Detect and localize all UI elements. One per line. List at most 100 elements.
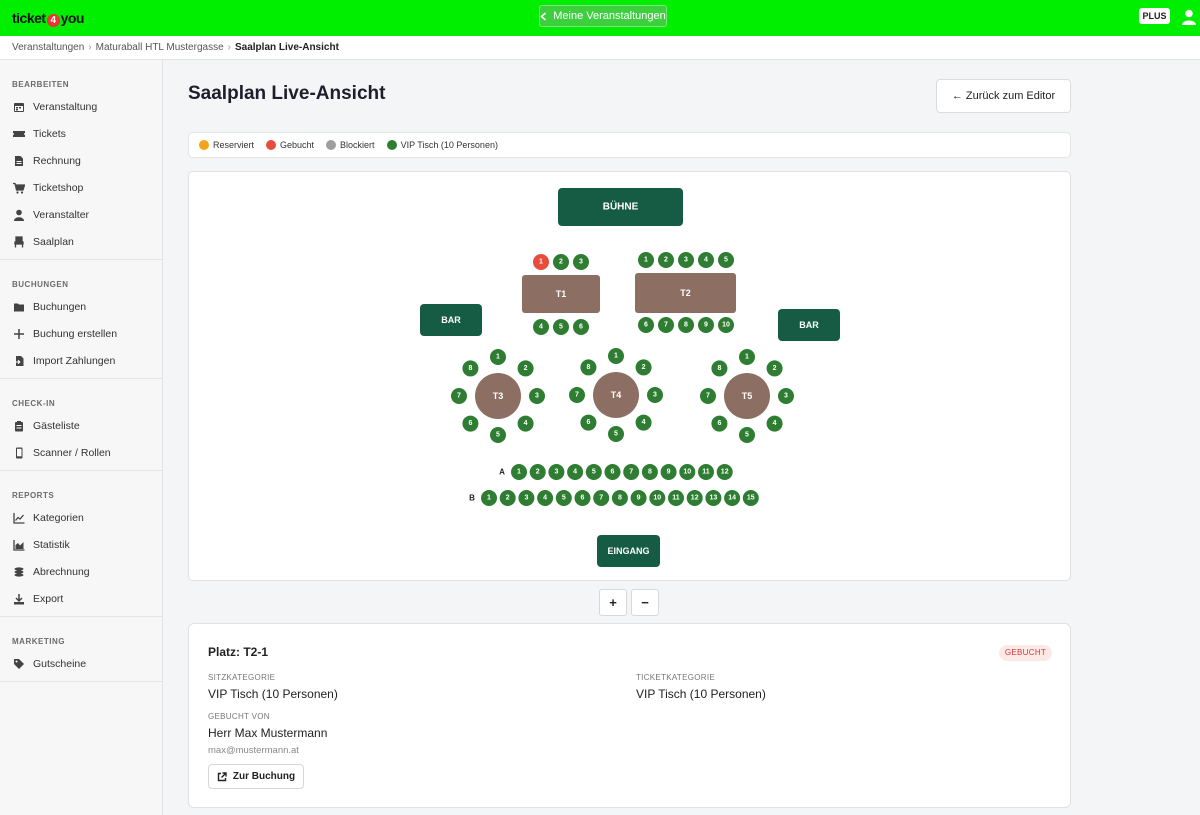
seat-t4-7[interactable]: 7 bbox=[569, 387, 585, 403]
seat-t3-2[interactable]: 2 bbox=[517, 360, 534, 377]
seat-row-b-10[interactable]: 10 bbox=[649, 490, 666, 506]
sidebar-item-scanner-rollen[interactable]: Scanner / Rollen bbox=[0, 439, 162, 466]
table-t3[interactable]: T3 bbox=[475, 373, 521, 419]
sidebar-item-statistik[interactable]: Statistik bbox=[0, 531, 162, 558]
seat-t1-3[interactable]: 3 bbox=[573, 254, 589, 270]
seat-row-b-4[interactable]: 4 bbox=[537, 490, 554, 506]
seat-t5-3[interactable]: 3 bbox=[778, 388, 794, 404]
sidebar-item-veranstalter[interactable]: Veranstalter bbox=[0, 201, 162, 228]
table-t4[interactable]: T4 bbox=[593, 372, 639, 418]
seat-number: 13 bbox=[710, 495, 718, 502]
seat-row-b-3[interactable]: 3 bbox=[518, 490, 535, 506]
seat-row-b-5[interactable]: 5 bbox=[555, 490, 572, 506]
seat-t5-7[interactable]: 7 bbox=[700, 388, 716, 404]
sidebar-item-kategorien[interactable]: Kategorien bbox=[0, 504, 162, 531]
seat-t4-2[interactable]: 2 bbox=[635, 359, 652, 376]
seat-category-label: SITZKATEGORIE bbox=[208, 673, 276, 682]
sidebar-item-rechnung[interactable]: Rechnung bbox=[0, 147, 162, 174]
breadcrumb-item-events[interactable]: Veranstaltungen bbox=[12, 42, 84, 53]
seat-t3-8[interactable]: 8 bbox=[462, 360, 479, 377]
seat-row-b-9[interactable]: 9 bbox=[630, 490, 647, 506]
seat-t5-8[interactable]: 8 bbox=[711, 360, 728, 377]
seat-t3-6[interactable]: 6 bbox=[462, 415, 479, 432]
seat-t1-6[interactable]: 6 bbox=[573, 319, 589, 335]
seat-t5-5[interactable]: 5 bbox=[739, 427, 755, 443]
seat-row-a-3[interactable]: 3 bbox=[548, 464, 565, 480]
breadcrumb-item-event[interactable]: Maturaball HTL Mustergasse bbox=[96, 42, 224, 53]
seat-t2-5[interactable]: 5 bbox=[718, 252, 734, 268]
seat-t2-8[interactable]: 8 bbox=[678, 317, 694, 333]
seat-row-b-14[interactable]: 14 bbox=[724, 490, 741, 506]
table-t1[interactable]: T1 bbox=[522, 275, 600, 313]
go-to-booking-button[interactable]: Zur Buchung bbox=[208, 764, 304, 789]
seat-row-b-1[interactable]: 1 bbox=[481, 490, 497, 506]
seat-row-a-2[interactable]: 2 bbox=[529, 464, 546, 480]
seat-row-a-10[interactable]: 10 bbox=[679, 464, 696, 480]
seat-t3-4[interactable]: 4 bbox=[517, 415, 534, 432]
zoom-in-button[interactable]: + bbox=[599, 589, 627, 616]
sidebar-item-abrechnung[interactable]: Abrechnung bbox=[0, 558, 162, 585]
sidebar: BEARBEITEN Veranstaltung Tickets Rechnung Ti… bbox=[0, 60, 163, 815]
seat-t4-4[interactable]: 4 bbox=[635, 414, 652, 431]
brand-logo[interactable]: ticket 4 you bbox=[12, 10, 84, 27]
seat-row-b-15[interactable]: 15 bbox=[742, 490, 759, 506]
seat-t2-10[interactable]: 10 bbox=[718, 317, 734, 333]
seat-t2-6[interactable]: 6 bbox=[638, 317, 654, 333]
sidebar-item-saalplan[interactable]: Saalplan bbox=[0, 228, 162, 255]
seat-row-b-6[interactable]: 6 bbox=[574, 490, 591, 506]
seat-t1-1[interactable]: 1 bbox=[533, 254, 549, 270]
sidebar-item-veranstaltung[interactable]: Veranstaltung bbox=[0, 93, 162, 120]
seat-t4-8[interactable]: 8 bbox=[580, 359, 597, 376]
seat-row-a-7[interactable]: 7 bbox=[623, 464, 640, 480]
seat-row-b-2[interactable]: 2 bbox=[499, 490, 516, 506]
seat-t1-5[interactable]: 5 bbox=[553, 319, 569, 335]
seat-t5-6[interactable]: 6 bbox=[711, 415, 728, 432]
seat-row-b-7[interactable]: 7 bbox=[593, 490, 610, 506]
seat-t3-5[interactable]: 5 bbox=[490, 427, 506, 443]
sidebar-item-tickets[interactable]: Tickets bbox=[0, 120, 162, 147]
seat-row-a-1[interactable]: 1 bbox=[511, 464, 527, 480]
seat-row-b-11[interactable]: 11 bbox=[668, 490, 684, 506]
sidebar-item-export[interactable]: Export bbox=[0, 585, 162, 612]
seat-t5-4[interactable]: 4 bbox=[766, 415, 783, 432]
seat-t4-3[interactable]: 3 bbox=[647, 387, 663, 403]
seat-t1-4[interactable]: 4 bbox=[533, 319, 549, 335]
table-t5[interactable]: T5 bbox=[724, 373, 770, 419]
seat-t3-3[interactable]: 3 bbox=[529, 388, 545, 404]
seat-t2-4[interactable]: 4 bbox=[698, 252, 714, 268]
seat-t5-2[interactable]: 2 bbox=[766, 360, 783, 377]
seat-row-a-11[interactable]: 11 bbox=[698, 464, 714, 480]
seat-row-b-13[interactable]: 13 bbox=[705, 490, 722, 506]
seat-t2-3[interactable]: 3 bbox=[678, 252, 694, 268]
seat-t2-2[interactable]: 2 bbox=[658, 252, 674, 268]
seat-row-a-6[interactable]: 6 bbox=[604, 464, 621, 480]
seat-row-b-8[interactable]: 8 bbox=[611, 490, 628, 506]
seat-t2-7[interactable]: 7 bbox=[658, 317, 674, 333]
back-to-editor-button[interactable]: ← Zurück zum Editor bbox=[936, 79, 1071, 113]
seat-row-a-4[interactable]: 4 bbox=[567, 464, 584, 480]
seat-row-b-12[interactable]: 12 bbox=[686, 490, 703, 506]
seat-t5-1[interactable]: 1 bbox=[739, 349, 755, 365]
sidebar-item-gutscheine[interactable]: Gutscheine bbox=[0, 650, 162, 677]
sidebar-item-gästeliste[interactable]: Gästeliste bbox=[0, 412, 162, 439]
sidebar-item-ticketshop[interactable]: Ticketshop bbox=[0, 174, 162, 201]
sidebar-item-buchungen[interactable]: Buchungen bbox=[0, 293, 162, 320]
seat-t3-7[interactable]: 7 bbox=[451, 388, 467, 404]
seat-t2-1[interactable]: 1 bbox=[638, 252, 654, 268]
seat-row-a-5[interactable]: 5 bbox=[585, 464, 602, 480]
seat-t4-1[interactable]: 1 bbox=[608, 348, 624, 364]
seat-row-a-12[interactable]: 12 bbox=[716, 464, 733, 480]
seat-t1-2[interactable]: 2 bbox=[553, 254, 569, 270]
seat-t3-1[interactable]: 1 bbox=[490, 349, 506, 365]
user-account-icon[interactable] bbox=[1182, 9, 1196, 25]
seat-row-a-8[interactable]: 8 bbox=[641, 464, 658, 480]
seat-t4-5[interactable]: 5 bbox=[608, 426, 624, 442]
sidebar-item-buchung-erstellen[interactable]: Buchung erstellen bbox=[0, 320, 162, 347]
zoom-out-button[interactable]: − bbox=[631, 589, 659, 616]
seat-t2-9[interactable]: 9 bbox=[698, 317, 714, 333]
table-t2[interactable]: T2 bbox=[635, 273, 736, 313]
sidebar-item-import-zahlungen[interactable]: Import Zahlungen bbox=[0, 347, 162, 374]
seat-t4-6[interactable]: 6 bbox=[580, 414, 597, 431]
my-events-button[interactable]: Meine Veranstaltungen bbox=[539, 5, 667, 27]
seat-row-a-9[interactable]: 9 bbox=[660, 464, 677, 480]
